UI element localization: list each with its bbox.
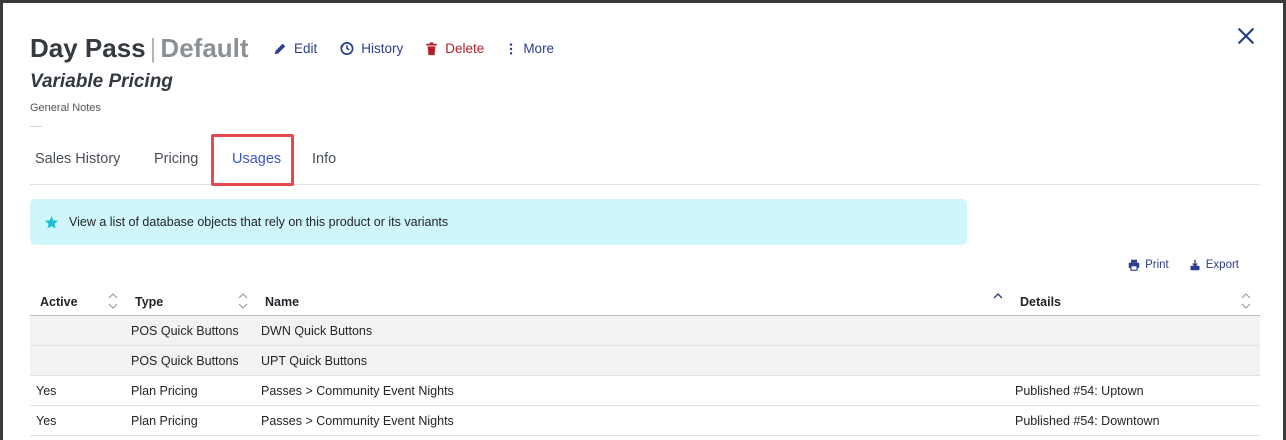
pricing-subtitle: Variable Pricing xyxy=(30,71,173,92)
cell-active: Yes xyxy=(36,414,57,428)
table-row[interactable]: Yes Plan Pricing Passes > Community Even… xyxy=(30,406,1260,436)
export-button[interactable]: Export xyxy=(1189,259,1239,271)
export-label: Export xyxy=(1205,259,1239,271)
more-button[interactable]: More xyxy=(506,41,554,56)
tab-info[interactable]: Info xyxy=(312,151,336,167)
page-title: Day Pass | Default xyxy=(30,33,249,64)
action-bar: Edit History Delete More xyxy=(273,41,576,56)
variant-name: Default xyxy=(160,33,249,63)
tab-bar: Sales History Pricing Usages Info xyxy=(30,134,1260,186)
notes-divider xyxy=(30,126,42,127)
notes-label: General Notes xyxy=(30,102,101,114)
sort-icon[interactable] xyxy=(238,292,248,310)
cell-name: Passes > Community Event Nights xyxy=(261,384,454,398)
more-vertical-icon xyxy=(510,42,513,55)
table-row[interactable]: POS Quick Buttons DWN Quick Buttons xyxy=(30,316,1260,346)
table-header: Active Type Name Details xyxy=(30,286,1260,316)
cell-details: Published #54: Uptown xyxy=(1015,384,1144,398)
cell-type: Plan Pricing xyxy=(131,384,198,398)
cell-type: POS Quick Buttons xyxy=(131,324,239,338)
tab-pricing[interactable]: Pricing xyxy=(154,151,198,167)
sort-icon[interactable] xyxy=(108,292,118,310)
tab-sales-history[interactable]: Sales History xyxy=(35,151,120,167)
alert-text: View a list of database objects that rel… xyxy=(69,215,449,229)
edit-label: Edit xyxy=(294,41,318,56)
history-button[interactable]: History xyxy=(339,41,403,56)
edit-button[interactable]: Edit xyxy=(273,41,317,56)
export-icon xyxy=(1190,259,1200,271)
column-header-name: Name xyxy=(265,295,300,309)
cell-active: Yes xyxy=(36,384,57,398)
product-name: Day Pass xyxy=(30,33,146,63)
table-row[interactable]: Yes Plan Pricing Passes > Community Even… xyxy=(30,376,1260,406)
printer-icon xyxy=(1128,259,1140,271)
close-icon[interactable] xyxy=(1237,27,1255,45)
cell-name: UPT Quick Buttons xyxy=(261,354,368,368)
star-icon xyxy=(44,215,59,228)
history-icon xyxy=(340,42,354,55)
cell-type: Plan Pricing xyxy=(131,414,198,428)
column-header-details: Details xyxy=(1020,295,1061,309)
table-tools: Print Export xyxy=(1108,259,1239,271)
history-label: History xyxy=(361,41,404,56)
delete-label: Delete xyxy=(445,41,485,56)
sort-icon[interactable] xyxy=(1241,292,1251,310)
column-header-active: Active xyxy=(40,295,78,309)
sort-ascending-icon[interactable] xyxy=(993,292,1003,310)
tab-usages[interactable]: Usages xyxy=(232,151,281,167)
print-button[interactable]: Print xyxy=(1128,259,1169,271)
cell-name: DWN Quick Buttons xyxy=(261,324,373,338)
column-header-type: Type xyxy=(135,295,164,309)
window-frame: Day Pass | Default Edit History Delete M… xyxy=(0,0,1286,440)
trash-icon xyxy=(426,41,438,55)
more-label: More xyxy=(523,41,555,56)
info-alert: View a list of database objects that rel… xyxy=(30,199,967,245)
table-row[interactable]: POS Quick Buttons UPT Quick Buttons xyxy=(30,346,1260,376)
print-label: Print xyxy=(1145,259,1169,271)
delete-button[interactable]: Delete xyxy=(425,41,484,56)
cell-type: POS Quick Buttons xyxy=(131,354,239,368)
title-separator: | xyxy=(149,33,157,63)
pencil-icon xyxy=(274,43,286,54)
cell-name: Passes > Community Event Nights xyxy=(261,414,454,428)
usages-table: Active Type Name Details POS Quick Butto… xyxy=(30,286,1260,436)
cell-details: Published #54: Downtown xyxy=(1015,414,1160,428)
